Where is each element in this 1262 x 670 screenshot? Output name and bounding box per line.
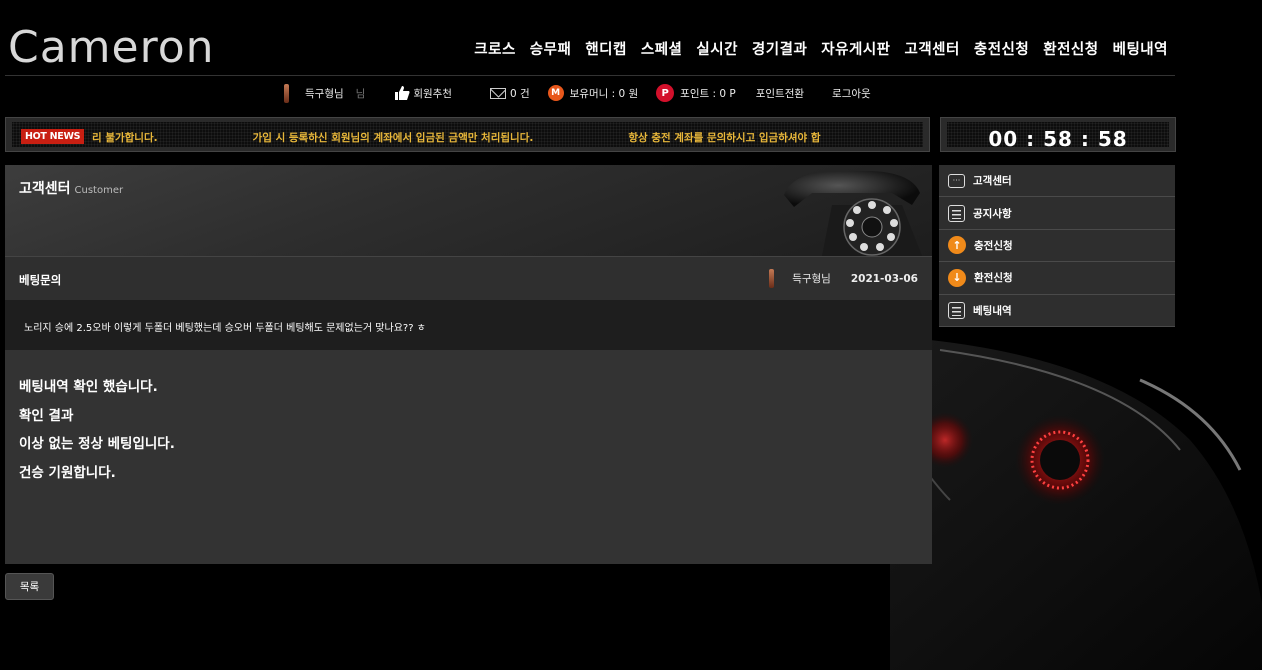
side-menu-bet-history[interactable]: 베팅내역 [939,294,1175,327]
post-subject: 베팅문의 [19,273,62,287]
nav-item-free-board[interactable]: 자유게시판 [821,38,890,59]
user-bar: 득구형님 님 회원추천 0 건 M 보유머니 : 0 원 P 포인트 : 0 P… [284,83,889,103]
nav-item-win-draw-lose[interactable]: 승무패 [530,38,572,59]
telephone-icon [784,171,922,256]
arrow-up-icon: ↑ [948,236,966,255]
post-date: 2021-03-06 [850,272,918,285]
clock-display: 00 : 58 : 58 [940,117,1176,152]
point-icon: P [656,84,675,102]
user-suffix: 님 [355,87,366,100]
nav-item-cross[interactable]: 크로스 [474,38,516,59]
answer-line: 베팅내역 확인 했습니다. [19,379,158,395]
post-author: 득구형님 [792,273,831,285]
nav-item-bet-history[interactable]: 베팅내역 [1113,38,1168,59]
post-question: 노리지 승에 2.5오바 이렇게 두폴더 베팅했는데 승오버 두폴더 베팅해도 … [5,300,932,350]
section-header: 고객센터 Customer [5,165,932,256]
answer-line: 이상 없는 정상 베팅입니다. [19,436,175,452]
point-convert-link[interactable]: 포인트전환 [756,86,804,101]
post-answer: 베팅내역 확인 했습니다. 확인 결과 이상 없는 정상 베팅입니다. 건승 기… [5,350,932,564]
nav-item-handicap[interactable]: 핸디캡 [585,38,627,59]
chat-icon: ··· [948,173,965,188]
post-meta: 득구형님 2021-03-06 [769,269,918,288]
top-nav: 크로스 승무패 핸디캡 스페셜 실시간 경기결과 자유게시판 고객센터 충전신청… [474,38,1168,59]
money-display: M 보유머니 : 0 원 [547,85,639,101]
money-icon: M [547,85,564,101]
level-bottle-icon [769,269,775,288]
ticker-text: 리 불가합니다. 가입 시 등록하신 회원님의 계좌에서 입금된 금액만 처리됩… [92,130,916,145]
site-logo[interactable]: Cameron [8,22,215,73]
messages-link[interactable]: 0 건 [489,86,530,101]
side-menu-notice[interactable]: 공지사항 [939,197,1175,230]
side-menu-deposit[interactable]: ↑ 충전신청 [939,229,1175,263]
clock-value: 00 : 58 : 58 [988,127,1128,151]
nav-item-special[interactable]: 스페셜 [641,38,683,59]
answer-line: 확인 결과 [19,407,74,424]
envelope-icon [489,87,506,99]
nav-item-deposit[interactable]: 충전신청 [974,38,1029,59]
side-menu: ··· 고객센터 공지사항 ↑ 충전신청 ↓ 환전신청 베팅내역 [939,165,1175,327]
ticker-item: 리 불가합니다. [92,132,158,144]
list-icon [948,204,965,222]
user-name: 득구형님 [305,87,344,100]
question-text: 노리지 승에 2.5오바 이렇게 두폴더 베팅했는데 승오버 두폴더 베팅해도 … [24,323,426,334]
money-value: 보유머니 : 0 원 [569,87,639,100]
nav-item-results[interactable]: 경기결과 [752,38,807,59]
nav-item-live[interactable]: 실시간 [696,38,738,59]
recommend-link[interactable]: 회원추천 [395,86,452,101]
answer-line: 건승 기원합니다. [19,464,116,481]
ticker-item: 가입 시 등록하신 회원님의 계좌에서 입금된 금액만 처리됩니다. [252,132,534,144]
header-divider [5,75,1175,76]
thumbs-up-icon [395,86,410,100]
ticker-item: 항상 충전 계좌를 문의하시고 입금하셔야 합 [628,132,821,144]
level-bottle-icon [284,83,289,103]
message-count: 0 건 [509,87,530,100]
point-value: 포인트 : 0 P [680,87,736,100]
page-subtitle: Customer [74,185,124,196]
list-button[interactable]: 목록 [5,573,54,600]
news-ticker: HOT NEWS 리 불가합니다. 가입 시 등록하신 회원님의 계좌에서 입금… [5,117,930,152]
nav-item-withdraw[interactable]: 환전신청 [1043,38,1098,59]
page-title: 고객센터 Customer [19,181,124,197]
hot-news-badge: HOT NEWS [21,129,85,144]
side-menu-customer-center[interactable]: ··· 고객센터 [939,165,1175,198]
logout-link[interactable]: 로그아웃 [832,86,871,101]
post-header: 베팅문의 득구형님 2021-03-06 [5,256,932,300]
arrow-down-icon: ↓ [948,268,966,287]
side-menu-withdraw[interactable]: ↓ 환전신청 [939,262,1175,295]
point-display: P 포인트 : 0 P [656,84,736,102]
list-icon [948,301,965,319]
background-car-image [890,340,1262,670]
nav-item-customer-center[interactable]: 고객센터 [905,38,960,59]
